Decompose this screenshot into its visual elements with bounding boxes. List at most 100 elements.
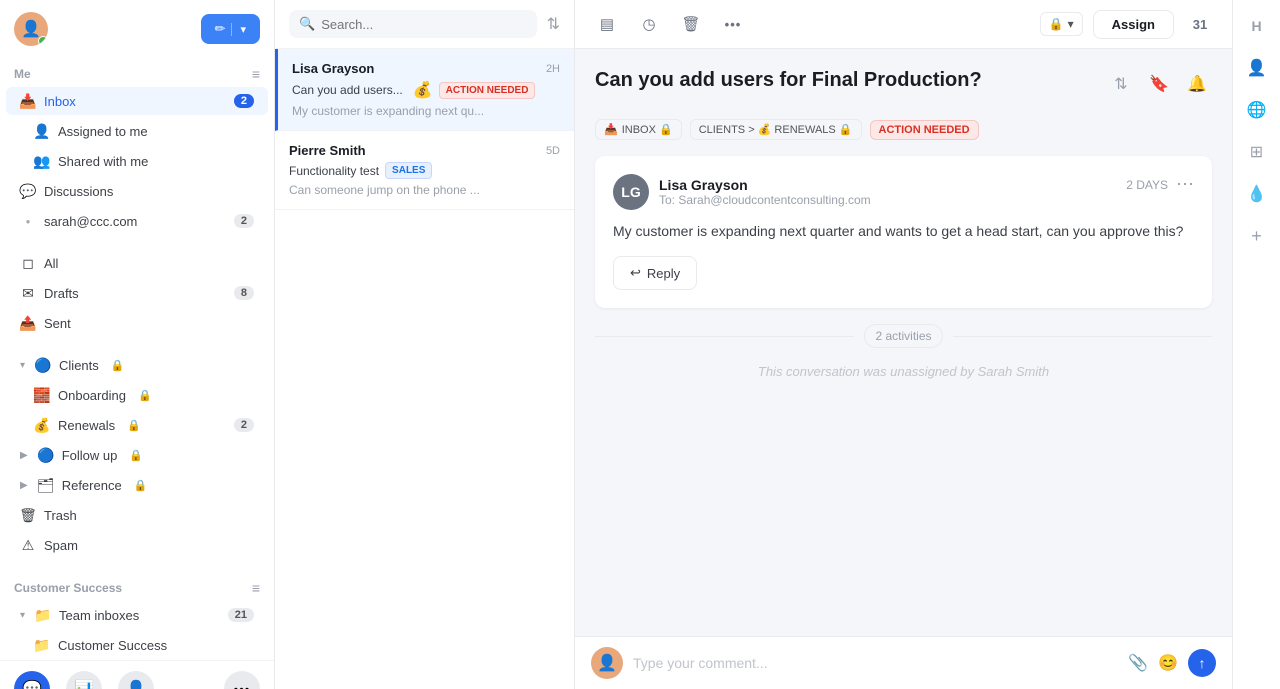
online-badge (38, 36, 48, 46)
renewals-icon: 💰 (34, 417, 50, 433)
inbox-icon: 📥 (20, 93, 36, 109)
chat-nav-button[interactable]: 💬 (14, 671, 50, 689)
email-emoji-0: 💰 (413, 80, 433, 100)
bottom-nav: 💬 📊 👤 ••• (0, 660, 274, 689)
avatar[interactable]: 👤 (14, 12, 48, 46)
sidebar-item-spam[interactable]: ⚠ Spam (6, 531, 268, 559)
right-icon-globe[interactable]: 🌐 (1239, 92, 1275, 128)
clients-renewals-label-tag[interactable]: CLIENTS > 💰 RENEWALS 🔒 (690, 119, 862, 140)
sidebar-item-assigned-to-me[interactable]: 👤 Assigned to me (6, 117, 268, 145)
sidebar-item-team-inboxes[interactable]: ▾ 📁 Team inboxes 21 (6, 601, 268, 629)
person-nav-button[interactable]: 👤 (118, 671, 154, 689)
reference-lock: 🔒 (134, 479, 148, 492)
reply-button[interactable]: ↩ Reply (613, 256, 697, 290)
add-icon: + (1251, 226, 1262, 247)
lock-chevron-icon: ▾ (1068, 17, 1074, 31)
email-sender-0: Lisa Grayson (292, 61, 374, 76)
sidebar-item-shared-with-me[interactable]: 👥 Shared with me (6, 147, 268, 175)
reference-icon: 🗂 (38, 477, 54, 493)
email-tag-0: ACTION NEEDED (439, 82, 536, 99)
clients-icon: 🔵 (35, 357, 51, 373)
onboarding-icon: 🧱 (34, 387, 50, 403)
left-sidebar: 👤 ✏ ▾ Me ≡ 📥 Inbox 2 👤 Assigned to me 👥 … (0, 0, 275, 689)
drafts-icon: ✉ (20, 285, 36, 301)
sidebar-item-onboarding[interactable]: 🧱 Onboarding 🔒 (6, 381, 268, 409)
comment-avatar: 👤 (591, 647, 623, 679)
email-item-1[interactable]: Pierre Smith 5D Functionality test SALES… (275, 131, 574, 210)
inbox-tag-icon: 📥 (604, 123, 618, 136)
sidebar-item-customer-success-sub[interactable]: 📁 Customer Success (6, 631, 268, 659)
more-toolbar-button[interactable]: ••• (717, 8, 749, 40)
delete-button[interactable]: 🗑 (675, 8, 707, 40)
inbox-label-tag[interactable]: 📥 INBOX 🔒 (595, 119, 682, 140)
attachment-button[interactable]: 📎 (1128, 653, 1148, 673)
assigned-icon: 👤 (34, 123, 50, 139)
sort-button[interactable]: ⇅ (547, 14, 560, 34)
message-sender-name: Lisa Grayson (659, 177, 871, 193)
inbox-badge: 2 (234, 94, 254, 108)
clock-icon: ◷ (642, 15, 655, 33)
email-item-0[interactable]: Lisa Grayson 2H Can you add users... 💰 A… (275, 49, 574, 131)
main-toolbar: ▤ ◷ 🗑 ••• 🔒 ▾ Assign 31 (575, 0, 1232, 49)
right-icon-h[interactable]: H (1239, 8, 1275, 44)
bell-button[interactable]: 🔔 (1182, 69, 1212, 99)
sidebar-item-discussions[interactable]: 💬 Discussions (6, 177, 268, 205)
main-content: ▤ ◷ 🗑 ••• 🔒 ▾ Assign 31 Can you add user… (575, 0, 1232, 689)
comment-input[interactable] (633, 655, 1118, 671)
shared-icon: 👥 (34, 153, 50, 169)
team-inboxes-badge: 21 (228, 608, 254, 622)
message-more-button[interactable]: ⋯ (1176, 174, 1194, 195)
reply-icon: ↩ (630, 265, 641, 281)
bookmark-button[interactable]: 🔖 (1144, 69, 1174, 99)
right-icon-cloud[interactable]: 💧 (1239, 176, 1275, 212)
assign-button[interactable]: Assign (1093, 10, 1174, 39)
renewals-lock: 🔒 (127, 419, 141, 432)
action-needed-tag-text: ACTION NEEDED (879, 124, 970, 136)
search-box[interactable]: 🔍 (289, 10, 537, 38)
activities-label: 2 activities (864, 324, 942, 348)
calendar-button[interactable]: 31 (1184, 8, 1216, 40)
chat-nav-icon: 💬 (22, 679, 42, 689)
globe-icon: 🌐 (1247, 100, 1267, 120)
sidebar-item-clients[interactable]: ▾ 🔵 Clients 🔒 (6, 351, 268, 379)
email-tag-1: SALES (385, 162, 432, 179)
sidebar-item-renewals[interactable]: 💰 Renewals 🔒 2 (6, 411, 268, 439)
renewals-badge: 2 (234, 418, 254, 432)
reply-label: Reply (647, 266, 680, 281)
email-subject-1: Functionality test (289, 164, 379, 178)
message-avatar: LG (613, 174, 649, 210)
emoji-button[interactable]: 😊 (1158, 653, 1178, 673)
search-input[interactable] (321, 17, 526, 32)
more-nav-button[interactable]: ••• (224, 671, 260, 689)
clock-button[interactable]: ◷ (633, 8, 665, 40)
sidebar-item-trash[interactable]: 🗑 Trash (6, 501, 268, 529)
comment-icons: 📎 😊 ↑ (1128, 649, 1216, 677)
sidebar-item-drafts[interactable]: ✉ Drafts 8 (6, 279, 268, 307)
sidebar-item-inbox[interactable]: 📥 Inbox 2 (6, 87, 268, 115)
discussions-icon: 💬 (20, 183, 36, 199)
sidebar-item-all[interactable]: ◻ All (6, 249, 268, 277)
right-icon-grid[interactable]: ⊞ (1239, 134, 1275, 170)
up-down-button[interactable]: ⇅ (1106, 69, 1136, 99)
lock-status-badge[interactable]: 🔒 ▾ (1040, 12, 1083, 36)
send-button[interactable]: ↑ (1188, 649, 1216, 677)
sidebar-item-sarah-ccc[interactable]: ● sarah@ccc.com 2 (6, 207, 268, 235)
sidebar-item-follow-up[interactable]: ▶ 🔵 Follow up 🔒 (6, 441, 268, 469)
sidebar-item-reference[interactable]: ▶ 🗂 Reference 🔒 (6, 471, 268, 499)
right-icon-add[interactable]: + (1239, 218, 1275, 254)
chart-nav-button[interactable]: 📊 (66, 671, 102, 689)
trash-icon: 🗑 (20, 507, 36, 523)
team-inboxes-icon: 📁 (35, 607, 51, 623)
sidebar-item-sent[interactable]: 📤 Sent (6, 309, 268, 337)
follow-up-lock: 🔒 (129, 449, 143, 462)
activities-divider: 2 activities (595, 324, 1212, 348)
compose-button[interactable]: ✏ ▾ (201, 14, 260, 44)
right-icon-person[interactable]: 👤 (1239, 50, 1275, 86)
title-actions: ⇅ 🔖 🔔 (1106, 69, 1212, 99)
bell-icon: 🔔 (1187, 74, 1207, 94)
message-time: 2 DAYS (1126, 178, 1168, 192)
archive-button[interactable]: ▤ (591, 8, 623, 40)
delete-icon: 🗑 (681, 15, 700, 33)
action-needed-label-tag[interactable]: ACTION NEEDED (870, 120, 979, 140)
inbox-tag-text: INBOX 🔒 (622, 123, 673, 136)
